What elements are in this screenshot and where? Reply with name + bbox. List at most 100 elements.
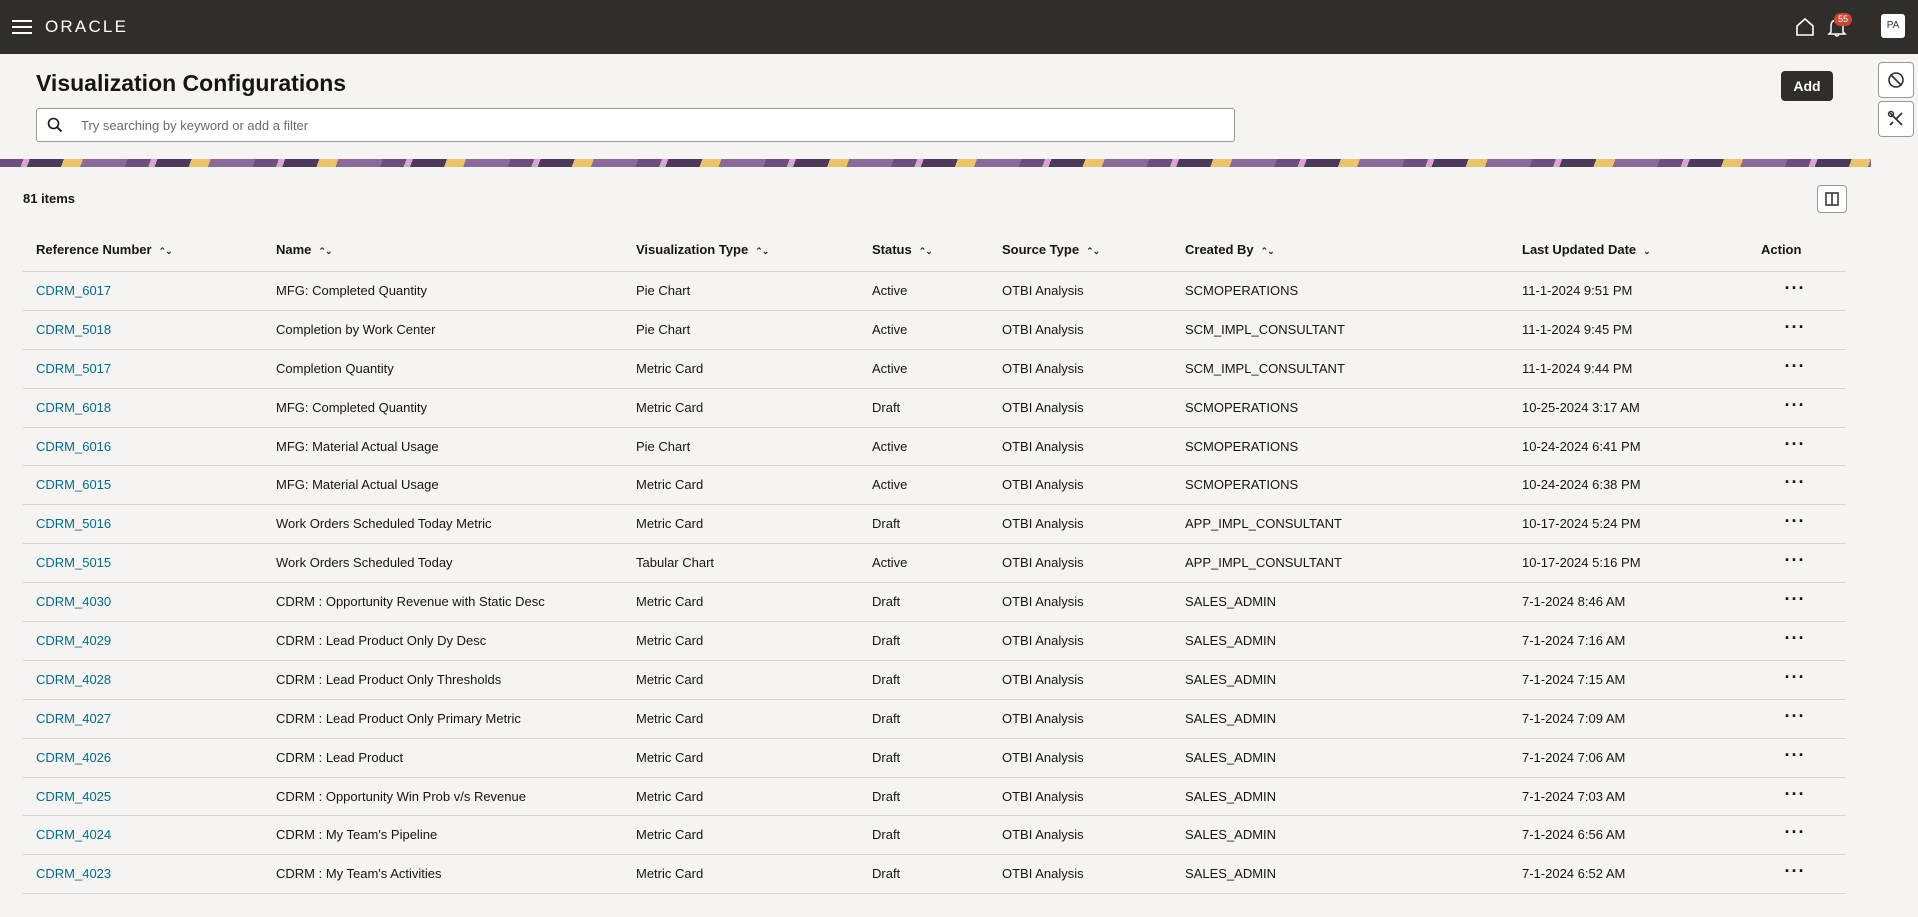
created-by-cell: SALES_ADMIN <box>1185 633 1277 649</box>
more-actions-icon[interactable]: ··· <box>1784 551 1806 572</box>
created-by-cell: SALES_ADMIN <box>1185 866 1277 882</box>
status-cell: Draft <box>872 633 901 649</box>
source-type-cell: OTBI Analysis <box>1002 594 1084 610</box>
rail-block-button[interactable] <box>1878 62 1914 98</box>
reference-number-link[interactable]: CDRM_4023 <box>36 855 111 893</box>
sort-icon[interactable]: ⌃⌄ <box>755 235 769 267</box>
more-actions-icon[interactable]: ··· <box>1784 862 1806 883</box>
tools-off-icon <box>1887 110 1903 126</box>
items-count: 81 items <box>23 191 76 206</box>
more-actions-icon[interactable]: ··· <box>1784 746 1806 767</box>
more-actions-icon[interactable]: ··· <box>1784 435 1806 456</box>
name-cell: Work Orders Scheduled Today Metric <box>276 516 492 532</box>
column-header[interactable]: Created By ⌃⌄ <box>1185 234 1275 271</box>
created-by-cell: SCMOPERATIONS <box>1185 283 1299 298</box>
reference-number-link[interactable]: CDRM_4028 <box>36 661 111 699</box>
reference-number-link[interactable]: CDRM_5015 <box>36 544 111 582</box>
sort-icon[interactable]: ⌃⌄ <box>318 235 332 267</box>
avatar[interactable]: PA <box>1881 14 1905 38</box>
source-type-cell: OTBI Analysis <box>1002 516 1084 532</box>
table-row: CDRM_6018 MFG: Completed Quantity Metric C… <box>23 389 1845 428</box>
more-actions-icon[interactable]: ··· <box>1784 629 1806 650</box>
reference-number-link[interactable]: CDRM_6017 <box>36 272 111 310</box>
name-cell: CDRM : Lead Product Only Dy Desc <box>276 633 487 649</box>
sort-descending-icon[interactable]: ⌄ <box>1643 235 1651 267</box>
more-actions-icon[interactable]: ··· <box>1784 707 1806 728</box>
status-cell: Draft <box>872 516 901 532</box>
last-updated-cell: 7-1-2024 7:16 AM <box>1522 633 1626 649</box>
column-header[interactable]: Last Updated Date ⌄ <box>1522 234 1651 271</box>
visualization-type-cell: Metric Card <box>636 594 704 610</box>
sort-icon[interactable]: ⌃⌄ <box>159 235 173 267</box>
table-row: CDRM_4030 CDRM : Opportunity Revenue with… <box>23 583 1845 623</box>
visualization-type-cell: Metric Card <box>636 827 704 843</box>
last-updated-cell: 11-1-2024 9:45 PM <box>1522 321 1633 337</box>
column-header[interactable]: Reference Number ⌃⌄ <box>36 234 173 271</box>
panel-layout-icon <box>1825 192 1839 206</box>
reference-number-link[interactable]: CDRM_6018 <box>36 389 111 427</box>
status-cell: Active <box>872 438 908 454</box>
table-row: CDRM_6016 MFG: Material Actual Usage Pie C… <box>23 428 1845 467</box>
more-actions-icon[interactable]: ··· <box>1784 785 1806 806</box>
created-by-cell: SALES_ADMIN <box>1185 788 1277 804</box>
more-actions-icon[interactable]: ··· <box>1784 473 1806 494</box>
source-type-cell: OTBI Analysis <box>1002 827 1084 843</box>
sort-icon[interactable]: ⌃⌄ <box>919 235 933 267</box>
visualization-type-cell: Metric Card <box>636 516 704 532</box>
home-icon[interactable] <box>1794 16 1816 38</box>
reference-number-link[interactable]: CDRM_4030 <box>36 583 111 621</box>
table-row: CDRM_5018 Completion by Work Center Pie Ch… <box>23 311 1845 350</box>
column-panel-button[interactable] <box>1817 185 1847 213</box>
status-cell: Active <box>872 321 908 337</box>
column-header-label: Name <box>276 242 312 257</box>
table-row: CDRM_6017 MFG: Completed Quantity Pie Char… <box>23 272 1845 311</box>
name-cell: CDRM : Lead Product Only Thresholds <box>276 671 502 687</box>
column-header[interactable]: Status ⌃⌄ <box>872 234 933 271</box>
reference-number-link[interactable]: CDRM_5016 <box>36 505 111 543</box>
column-header-label: Action <box>1761 242 1802 257</box>
add-button[interactable]: Add <box>1781 71 1833 101</box>
search-input[interactable] <box>81 109 1221 141</box>
source-type-cell: OTBI Analysis <box>1002 399 1084 415</box>
reference-number-link[interactable]: CDRM_4027 <box>36 700 111 738</box>
created-by-cell: SALES_ADMIN <box>1185 594 1277 610</box>
more-actions-icon[interactable]: ··· <box>1784 590 1806 611</box>
reference-number-link[interactable]: CDRM_4029 <box>36 622 111 660</box>
more-actions-icon[interactable]: ··· <box>1784 357 1806 378</box>
column-header[interactable]: Visualization Type ⌃⌄ <box>636 234 769 271</box>
oracle-logo[interactable]: ORACLE <box>45 17 128 37</box>
visualization-type-cell: Metric Card <box>636 399 704 415</box>
column-header[interactable]: Source Type ⌃⌄ <box>1002 234 1100 271</box>
reference-number-link[interactable]: CDRM_5018 <box>36 311 111 349</box>
search-bar[interactable] <box>36 108 1235 142</box>
reference-number-link[interactable]: CDRM_6016 <box>36 428 111 466</box>
rail-tools-button[interactable] <box>1878 101 1914 137</box>
reference-number-link[interactable]: CDRM_5017 <box>36 350 111 388</box>
reference-number-link[interactable]: CDRM_4024 <box>36 816 111 854</box>
more-actions-icon[interactable]: ··· <box>1784 668 1806 689</box>
more-actions-icon[interactable]: ··· <box>1784 318 1806 339</box>
more-actions-icon[interactable]: ··· <box>1784 279 1806 300</box>
top-bar: ORACLE 55 PA <box>0 0 1918 54</box>
block-icon <box>1888 72 1904 88</box>
source-type-cell: OTBI Analysis <box>1002 633 1084 649</box>
column-header-label: Created By <box>1185 242 1254 257</box>
name-cell: CDRM : Opportunity Win Prob v/s Revenue <box>276 788 526 804</box>
visualization-type-cell: Tabular Chart <box>636 555 715 571</box>
hamburger-menu-icon[interactable] <box>12 17 32 35</box>
status-cell: Draft <box>872 827 901 843</box>
source-type-cell: OTBI Analysis <box>1002 749 1084 765</box>
reference-number-link[interactable]: CDRM_4025 <box>36 778 111 816</box>
more-actions-icon[interactable]: ··· <box>1784 396 1806 417</box>
sort-icon[interactable]: ⌃⌄ <box>1086 235 1100 267</box>
reference-number-link[interactable]: CDRM_6015 <box>36 466 111 504</box>
more-actions-icon[interactable]: ··· <box>1784 823 1806 844</box>
column-header[interactable]: Name ⌃⌄ <box>276 234 333 271</box>
source-type-cell: OTBI Analysis <box>1002 671 1084 687</box>
reference-number-link[interactable]: CDRM_4026 <box>36 739 111 777</box>
sort-icon[interactable]: ⌃⌄ <box>1261 235 1275 267</box>
column-header-label: Reference Number <box>36 242 152 257</box>
column-header-label: Status <box>872 242 912 257</box>
more-actions-icon[interactable]: ··· <box>1784 512 1806 533</box>
last-updated-cell: 10-17-2024 5:16 PM <box>1522 555 1641 571</box>
